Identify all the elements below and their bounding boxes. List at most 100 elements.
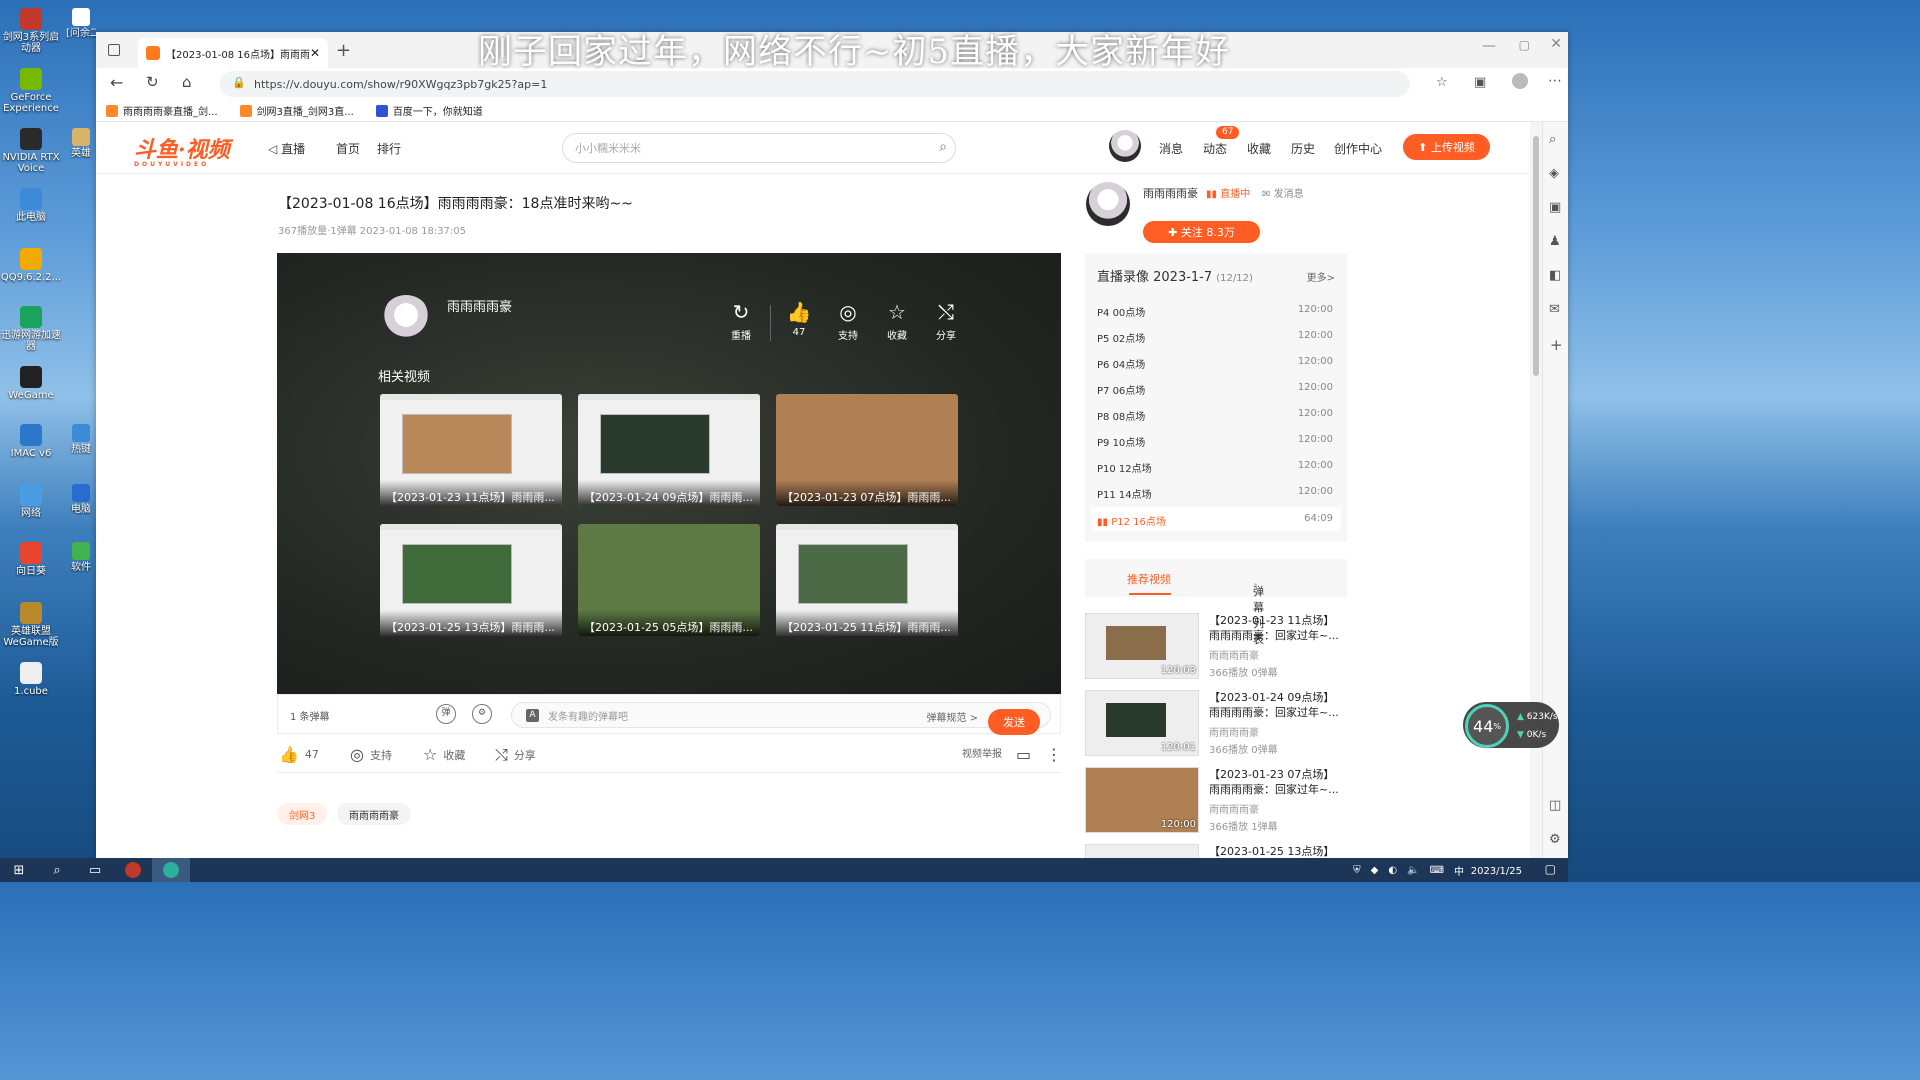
player-streamer-name[interactable]: 雨雨雨雨豪 (447, 296, 512, 315)
search-icon[interactable]: ⌕ (939, 139, 947, 155)
office-icon[interactable]: ◧ (1549, 268, 1561, 283)
danmu-toggle-icon[interactable]: 弹 (436, 704, 456, 724)
desktop-icon-col2-5[interactable]: 软件 (66, 542, 96, 573)
uploader-name[interactable]: 雨雨雨雨豪 (1143, 185, 1198, 201)
uploader-avatar[interactable] (1086, 182, 1130, 226)
nav-favorites[interactable]: 收藏 (1247, 140, 1271, 157)
keyboard-icon[interactable]: ⌨ (1430, 865, 1444, 876)
support-button[interactable]: ◎ 支持 (350, 745, 392, 764)
nav-live[interactable]: ◁ 直播 (268, 140, 305, 157)
app-icon[interactable] (114, 858, 152, 882)
collect-button[interactable]: ☆ 收藏 (423, 745, 465, 764)
clock[interactable]: 2023/1/25 (1471, 866, 1522, 878)
browser-tab-active[interactable]: 【2023-01-08 16点场】雨雨雨 ✕ (138, 38, 328, 68)
share-button[interactable]: ⤭ 分享 (495, 745, 536, 765)
network-icon[interactable]: ◐ (1388, 865, 1397, 876)
desktop-icon-this-pc[interactable]: 此电脑 (0, 188, 62, 223)
related-video-3[interactable]: 【2023-01-23 07点场】雨雨雨... (776, 394, 958, 506)
record-item[interactable]: P9 10点场 120:00 (1097, 434, 1335, 449)
record-item[interactable]: P10 12点场 120:00 (1097, 460, 1335, 475)
replay-button[interactable]: ↻ 重播 (721, 301, 761, 342)
player-like-button[interactable]: 👍 47 (779, 301, 819, 338)
user-avatar[interactable] (1109, 130, 1141, 162)
desktop-icon-imac[interactable]: IMAC v6 (0, 424, 62, 459)
related-video-6[interactable]: 【2023-01-25 11点场】雨雨雨... (776, 524, 958, 636)
search-icon[interactable]: ⌕ (38, 858, 76, 882)
briefcase-icon[interactable]: ▣ (1549, 200, 1561, 215)
close-tab-icon[interactable]: ✕ (310, 46, 320, 60)
search-icon[interactable]: ⌕ (1549, 132, 1556, 147)
danmu-rule-link[interactable]: 弹幕规范 > (926, 709, 978, 724)
volume-icon[interactable]: 🔈 (1407, 865, 1419, 876)
home-icon[interactable]: ⌂ (182, 73, 192, 91)
recommend-item[interactable]: 【2023-01-25 13点场】 (1085, 844, 1347, 858)
more-options-icon[interactable]: ⋮ (1046, 745, 1068, 764)
nav-creator-center[interactable]: 创作中心 (1334, 140, 1382, 157)
send-message-link[interactable]: ✉ 发消息 (1262, 185, 1304, 200)
collections-icon[interactable]: ▣ (1474, 75, 1486, 90)
tag-jx3[interactable]: 剑网3 (277, 803, 328, 825)
desktop-icon-rtx-voice[interactable]: NVIDIA RTX Voice (0, 128, 62, 174)
scrollbar-thumb[interactable] (1533, 136, 1539, 376)
related-video-2[interactable]: 【2023-01-24 09点场】雨雨雨... (578, 394, 760, 506)
danmu-input[interactable]: A 发条有趣的弹幕吧 弹幕规范 > 发送 (511, 702, 1051, 735)
record-item[interactable]: P11 14点场 120:00 (1097, 486, 1335, 501)
recommend-item[interactable]: 120:03 【2023-01-23 11点场】雨雨雨雨豪：回家过年~... 雨雨雨… (1085, 613, 1347, 681)
desktop-icon-qq[interactable]: QQ9.6.2.2... (0, 248, 62, 283)
douyu-video-logo[interactable]: 斗鱼·视频 DOUYUVIDEO (134, 132, 230, 168)
player-support-button[interactable]: ◎ 支持 (828, 301, 868, 342)
like-button[interactable]: 👍 47 (279, 745, 319, 764)
desktop-icon-col2-3[interactable]: 热键 (66, 424, 96, 455)
desktop-icon-wegame[interactable]: WeGame (0, 366, 62, 401)
danmu-settings-icon[interactable]: ⚙ (472, 704, 492, 724)
gear-icon[interactable]: ⚙ (1549, 832, 1561, 847)
danmu-send-button[interactable]: 发送 (988, 709, 1040, 735)
danmu-style-icon[interactable]: A (526, 709, 539, 722)
nav-rank[interactable]: 排行 (377, 140, 401, 157)
more-icon[interactable]: ⋯ (1548, 73, 1562, 89)
nav-history[interactable]: 历史 (1291, 140, 1315, 157)
record-item[interactable]: P4 00点场 120:00 (1097, 304, 1335, 319)
split-icon[interactable]: ◫ (1549, 798, 1561, 813)
tab-recommended[interactable]: 推荐视频 (1127, 571, 1171, 587)
report-link[interactable]: 视频举报 (962, 745, 1002, 760)
player-collect-button[interactable]: ☆ 收藏 (877, 301, 917, 342)
profile-avatar[interactable] (1512, 73, 1528, 89)
ime-indicator[interactable]: 中 (1454, 863, 1464, 878)
add-icon[interactable]: + (1550, 336, 1563, 354)
video-player[interactable]: 雨雨雨雨豪 ↻ 重播 👍 47 ◎ 支持 ☆ 收藏 ⤭ 分享 相关视频 【2023-01-… (277, 253, 1061, 694)
related-video-5[interactable]: 【2023-01-25 05点场】雨雨雨... (578, 524, 760, 636)
related-video-1[interactable]: 【2023-01-23 11点场】雨雨雨... (380, 394, 562, 506)
outlook-icon[interactable]: ✉ (1549, 302, 1560, 317)
favorites-icon[interactable]: ☆ (1436, 75, 1448, 90)
shield-icon[interactable]: ⛨ (1353, 865, 1361, 876)
search-input[interactable]: 小小糯米米米 ⌕ (562, 133, 956, 163)
minimize-icon[interactable]: — (1482, 38, 1496, 54)
record-item[interactable]: P5 02点场 120:00 (1097, 330, 1335, 345)
recommend-item[interactable]: 120:01 【2023-01-24 09点场】雨雨雨雨豪：回家过年~... 雨雨雨… (1085, 690, 1347, 758)
player-share-button[interactable]: ⤭ 分享 (926, 301, 966, 342)
record-item[interactable]: P7 06点场 120:00 (1097, 382, 1335, 397)
back-icon[interactable]: ← (110, 73, 123, 92)
bookmark-3[interactable]: 百度一下，你就知道 (375, 103, 483, 118)
desktop-icon-lol[interactable]: 英雄联盟WeGame版 (0, 602, 62, 648)
desktop-icon-col2-1[interactable]: [问余二卷2... (66, 8, 96, 39)
record-item[interactable]: P8 08点场 120:00 (1097, 408, 1335, 423)
recommend-item[interactable]: 120:00 【2023-01-23 07点场】雨雨雨雨豪：回家过年~... 雨雨雨… (1085, 767, 1347, 835)
player-streamer-avatar[interactable] (381, 295, 431, 345)
desktop-icon-geforce[interactable]: GeForce Experience (0, 68, 62, 114)
bookmark-2[interactable]: 剑网3直播_剑网3直... (239, 103, 354, 118)
desktop-icon-col2-2[interactable]: 英雄 (66, 128, 96, 159)
nav-messages[interactable]: 消息 (1159, 140, 1183, 157)
notification-icon[interactable]: ▢ (1545, 862, 1556, 876)
maximize-icon[interactable]: ▢ (1519, 38, 1530, 52)
desktop-icon-sunflower[interactable]: 向日葵 (0, 542, 62, 577)
task-view-icon[interactable]: ▭ (76, 858, 114, 882)
mobile-view-icon[interactable]: ▭ (1016, 745, 1037, 764)
tag-streamer[interactable]: 雨雨雨雨豪 (337, 803, 411, 825)
nav-home[interactable]: 首页 (336, 140, 360, 157)
games-icon[interactable]: ♟ (1549, 234, 1561, 249)
new-tab-icon[interactable]: + (336, 40, 351, 61)
refresh-icon[interactable]: ↻ (146, 73, 159, 91)
desktop-icon-cube[interactable]: 1.cube (0, 662, 62, 697)
